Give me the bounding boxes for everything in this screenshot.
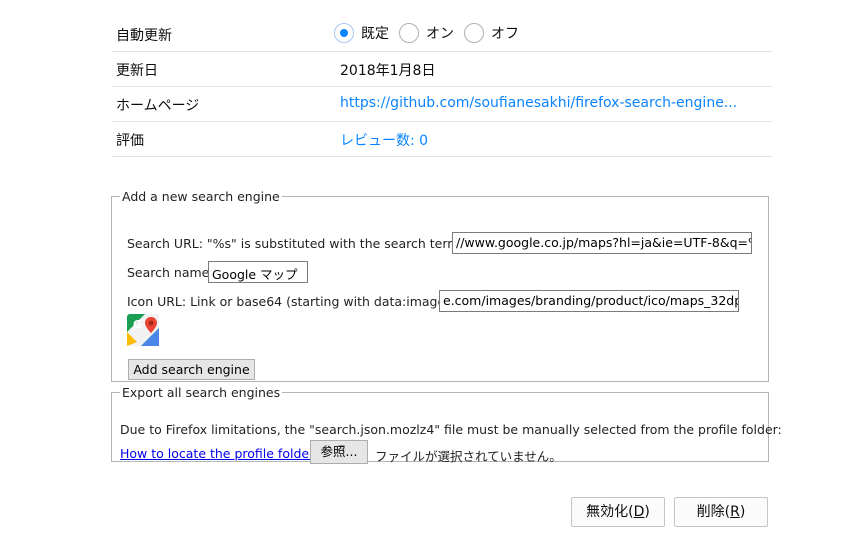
icon-url-label: Icon URL: Link or base64 (starting with …: [127, 294, 451, 309]
radio-on-circle[interactable]: [399, 23, 419, 43]
remove-close-paren: ): [739, 504, 746, 520]
icon-url-input[interactable]: e.com/images/branding/product/ico/maps_3…: [439, 290, 739, 312]
updated-value: 2018年1月8日: [340, 63, 436, 79]
radio-on[interactable]: オン: [399, 23, 454, 43]
no-file-selected-text: ファイルが選択されていません。: [375, 449, 562, 464]
radio-on-label: オン: [426, 26, 454, 42]
homepage-row: ホームページ https://github.com/soufianesakhi/…: [112, 87, 772, 122]
profile-link-line: How to locate the profile folder.: [120, 446, 317, 461]
radio-default[interactable]: 既定: [334, 23, 389, 43]
radio-default-label: 既定: [361, 26, 389, 42]
auto-update-row: 自動更新 既定 オン オフ: [112, 17, 772, 52]
disable-accesskey: D: [633, 504, 645, 520]
homepage-link[interactable]: https://github.com/soufianesakhi/firefox…: [340, 95, 737, 111]
rating-label: 評価: [116, 133, 144, 149]
auto-update-label: 自動更新: [116, 28, 172, 44]
homepage-label: ホームページ: [116, 98, 200, 114]
remove-label: 削除(: [696, 504, 731, 520]
add-engine-fieldset: Add a new search engine Search URL: "%s"…: [111, 189, 769, 382]
radio-off-circle[interactable]: [464, 23, 484, 43]
radio-default-circle[interactable]: [334, 23, 354, 43]
add-search-engine-button[interactable]: Add search engine: [128, 359, 255, 380]
search-url-label: Search URL: "%s" is substituted with the…: [127, 236, 466, 251]
radio-off[interactable]: オフ: [464, 23, 519, 43]
search-name-label: Search name: [127, 265, 210, 280]
export-legend: Export all search engines: [122, 385, 281, 400]
rating-row: 評価 レビュー数: 0: [112, 122, 772, 157]
google-maps-icon: G: [127, 314, 159, 346]
svg-text:G: G: [133, 318, 142, 331]
updated-row: 更新日 2018年1月8日: [112, 52, 772, 87]
profile-folder-link[interactable]: How to locate the profile folder: [120, 446, 313, 461]
auto-update-radio-group: 既定 オン オフ: [334, 23, 529, 43]
radio-off-label: オフ: [491, 26, 519, 42]
remove-accesskey: R: [730, 504, 740, 520]
export-note: Due to Firefox limitations, the "search.…: [120, 422, 782, 437]
disable-close-paren: ): [644, 504, 650, 520]
disable-label: 無効化(: [586, 504, 634, 520]
remove-button[interactable]: 削除(R): [674, 497, 768, 527]
export-fieldset: Export all search engines Due to Firefox…: [111, 385, 782, 464]
search-name-input[interactable]: Google マップ: [208, 261, 308, 283]
disable-button[interactable]: 無効化(D): [571, 497, 665, 527]
reviews-link[interactable]: レビュー数: 0: [340, 130, 428, 150]
browse-button[interactable]: 参照...: [310, 440, 368, 464]
updated-label: 更新日: [116, 63, 158, 79]
add-engine-legend: Add a new search engine: [122, 189, 280, 204]
search-url-input[interactable]: //www.google.co.jp/maps?hl=ja&ie=UTF-8&q…: [452, 232, 752, 254]
